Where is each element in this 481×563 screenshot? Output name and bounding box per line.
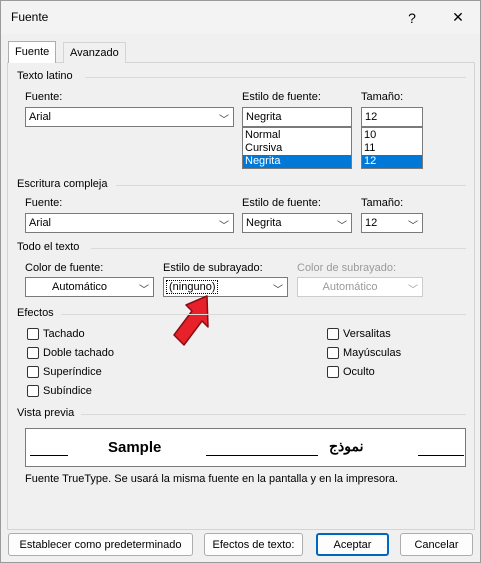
complex-style-label: Estilo de fuente:	[242, 197, 321, 209]
underline-color-combo[interactable]: Automático ﹀	[297, 277, 423, 297]
checkbox-label: Versalitas	[343, 328, 391, 340]
group-divider	[91, 248, 466, 249]
checkbox-box	[327, 347, 339, 359]
checkbox-hidden[interactable]: Oculto	[327, 366, 375, 378]
cancel-button[interactable]: Cancelar	[400, 533, 473, 556]
annotation-arrow-icon	[173, 295, 209, 346]
list-item[interactable]: 10	[362, 129, 422, 142]
complex-font-value: Arial	[29, 217, 52, 229]
latin-style-label: Estilo de fuente:	[242, 91, 321, 103]
chevron-down-icon: ﹀	[408, 221, 418, 232]
group-title-preview: Vista previa	[17, 407, 75, 419]
preview-note: Fuente TrueType. Se usará la misma fuent…	[25, 473, 398, 485]
group-title-complex: Escritura compleja	[17, 178, 108, 190]
latin-font-value: Arial	[29, 111, 52, 123]
font-dialog: Fuente ? ✕ Fuente Avanzado Texto latino …	[0, 0, 481, 563]
list-item[interactable]: Normal	[243, 129, 351, 142]
complex-style-value: Negrita	[246, 217, 282, 229]
chevron-down-icon: ﹀	[139, 285, 149, 296]
list-item[interactable]: Cursiva	[243, 142, 351, 155]
complex-style-combo[interactable]: Negrita ﹀	[242, 213, 352, 233]
group-title-latin: Texto latino	[17, 70, 73, 82]
group-divider	[116, 185, 466, 186]
checkbox-label: Superíndice	[43, 366, 102, 378]
checkbox-box	[27, 366, 39, 378]
chevron-down-icon: ﹀	[408, 285, 418, 296]
chevron-down-icon: ﹀	[219, 115, 229, 126]
font-color-value: Automático	[51, 281, 108, 293]
latin-size-input[interactable]: 12	[361, 107, 423, 127]
tab-avanzado-label: Avanzado	[70, 47, 119, 59]
complex-font-combo[interactable]: Arial ﹀	[25, 213, 234, 233]
preview-sample-complex: نموذج	[329, 438, 364, 454]
help-icon: ?	[408, 9, 416, 26]
list-item-selected[interactable]: Negrita	[243, 155, 351, 168]
checkbox-double-strikethrough[interactable]: Doble tachado	[27, 347, 114, 359]
checkbox-box	[27, 385, 39, 397]
checkbox-all-caps[interactable]: Mayúsculas	[327, 347, 401, 359]
latin-style-input[interactable]: Negrita	[242, 107, 352, 127]
checkbox-label: Subíndice	[43, 385, 92, 397]
list-item[interactable]: 11	[362, 142, 422, 155]
help-button[interactable]: ?	[390, 1, 434, 34]
set-default-button[interactable]: Establecer como predeterminado	[8, 533, 193, 556]
checkbox-subscript[interactable]: Subíndice	[27, 385, 92, 397]
checkbox-superscript[interactable]: Superíndice	[27, 366, 102, 378]
checkbox-label: Mayúsculas	[343, 347, 402, 359]
chevron-down-icon: ﹀	[219, 221, 229, 232]
underline-color-label: Color de subrayado:	[297, 262, 397, 274]
dialog-title: Fuente	[11, 10, 49, 24]
complex-size-value: 12	[365, 217, 378, 229]
complex-font-label: Fuente:	[25, 197, 63, 209]
group-title-all-text: Todo el texto	[17, 241, 80, 253]
group-divider	[81, 414, 466, 415]
tab-fuente[interactable]: Fuente	[8, 41, 57, 63]
underline-color-value: Automático	[322, 281, 378, 293]
checkbox-small-caps[interactable]: Versalitas	[327, 328, 391, 340]
tab-avanzado[interactable]: Avanzado	[63, 42, 126, 63]
preview-sample-latin: Sample	[108, 439, 162, 456]
text-effects-button[interactable]: Efectos de texto:	[204, 533, 303, 556]
group-divider	[61, 314, 466, 315]
latin-size-label: Tamaño:	[361, 91, 404, 103]
latin-style-list[interactable]: Normal Cursiva Negrita	[242, 127, 352, 169]
checkbox-strikethrough[interactable]: Tachado	[27, 328, 85, 340]
chevron-down-icon: ﹀	[337, 221, 347, 232]
preview-baseline	[418, 455, 464, 456]
preview-box: Sample نموذج	[25, 428, 466, 467]
font-color-label: Color de fuente:	[25, 262, 104, 274]
checkbox-box	[327, 366, 339, 378]
complex-size-label: Tamaño:	[361, 197, 404, 209]
latin-size-list[interactable]: 10 11 12	[361, 127, 423, 169]
list-item-selected[interactable]: 12	[362, 155, 422, 168]
close-button[interactable]: ✕	[436, 1, 480, 34]
latin-font-label: Fuente:	[25, 91, 63, 103]
preview-baseline	[30, 455, 68, 456]
chevron-down-icon: ﹀	[273, 285, 283, 296]
close-icon: ✕	[452, 9, 464, 25]
title-bar: Fuente ? ✕	[1, 1, 480, 34]
checkbox-box	[27, 347, 39, 359]
group-divider	[85, 77, 466, 78]
underline-style-value: (ninguno)	[166, 280, 219, 294]
checkbox-box	[327, 328, 339, 340]
group-title-effects: Efectos	[17, 307, 54, 319]
accept-button[interactable]: Aceptar	[316, 533, 389, 556]
preview-baseline	[206, 455, 318, 456]
font-color-combo[interactable]: Automático ﹀	[25, 277, 154, 297]
checkbox-label: Doble tachado	[43, 347, 114, 359]
tab-fuente-label: Fuente	[15, 46, 50, 58]
checkbox-label: Tachado	[43, 328, 85, 340]
checkbox-label: Oculto	[343, 366, 375, 378]
checkbox-box	[27, 328, 39, 340]
underline-style-label: Estilo de subrayado:	[163, 262, 263, 274]
latin-font-combo[interactable]: Arial ﹀	[25, 107, 234, 127]
complex-size-combo[interactable]: 12 ﹀	[361, 213, 423, 233]
